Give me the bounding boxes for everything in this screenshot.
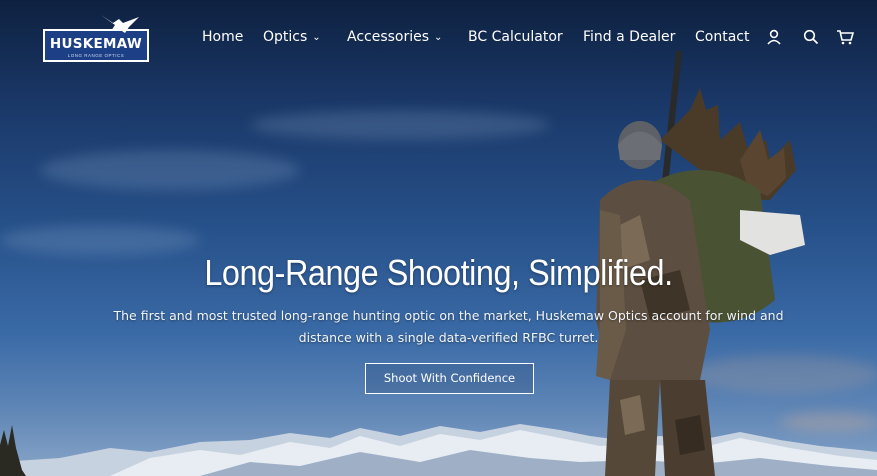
nav-item-find-a-dealer[interactable]: Find a Dealer xyxy=(583,29,675,45)
brand-tagline: LONG RANGE OPTICS xyxy=(67,53,125,58)
nav-item-accessories[interactable]: Accessories ⌄ xyxy=(347,29,442,45)
nav-label: Accessories xyxy=(347,29,430,45)
hero-subtext-line: distance with a single data-verified RFB… xyxy=(298,330,599,345)
chevron-down-icon: ⌄ xyxy=(434,32,443,43)
eagle-icon xyxy=(101,15,139,33)
hero-subtext: The first and most trusted long-range hu… xyxy=(60,305,837,349)
nav-label: Contact xyxy=(695,29,750,45)
nav-item-optics[interactable]: Optics ⌄ xyxy=(263,29,321,45)
account-icon[interactable] xyxy=(766,29,782,45)
cart-icon[interactable] xyxy=(836,29,854,45)
hero-banner: HUSKEMAW LONG RANGE OPTICS Home Optics ⌄ … xyxy=(0,0,877,476)
search-icon[interactable] xyxy=(803,29,819,45)
chevron-down-icon: ⌄ xyxy=(312,32,321,43)
shoot-with-confidence-button[interactable]: Shoot With Confidence xyxy=(365,363,534,394)
hero-scene xyxy=(0,50,877,476)
nav-item-bc-calculator[interactable]: BC Calculator xyxy=(468,29,563,45)
brand-name: HUSKEMAW xyxy=(49,36,143,52)
nav-label: BC Calculator xyxy=(468,29,563,45)
nav-item-home[interactable]: Home xyxy=(202,29,243,45)
hero-headline: Long-Range Shooting, Simplified. xyxy=(204,252,673,293)
hero-subtext-line: The first and most trusted long-range hu… xyxy=(113,308,784,323)
nav-label: Home xyxy=(202,29,244,45)
nav-item-contact[interactable]: Contact xyxy=(695,29,749,45)
nav-label: Find a Dealer xyxy=(583,29,676,45)
nav-label: Optics xyxy=(263,29,308,45)
